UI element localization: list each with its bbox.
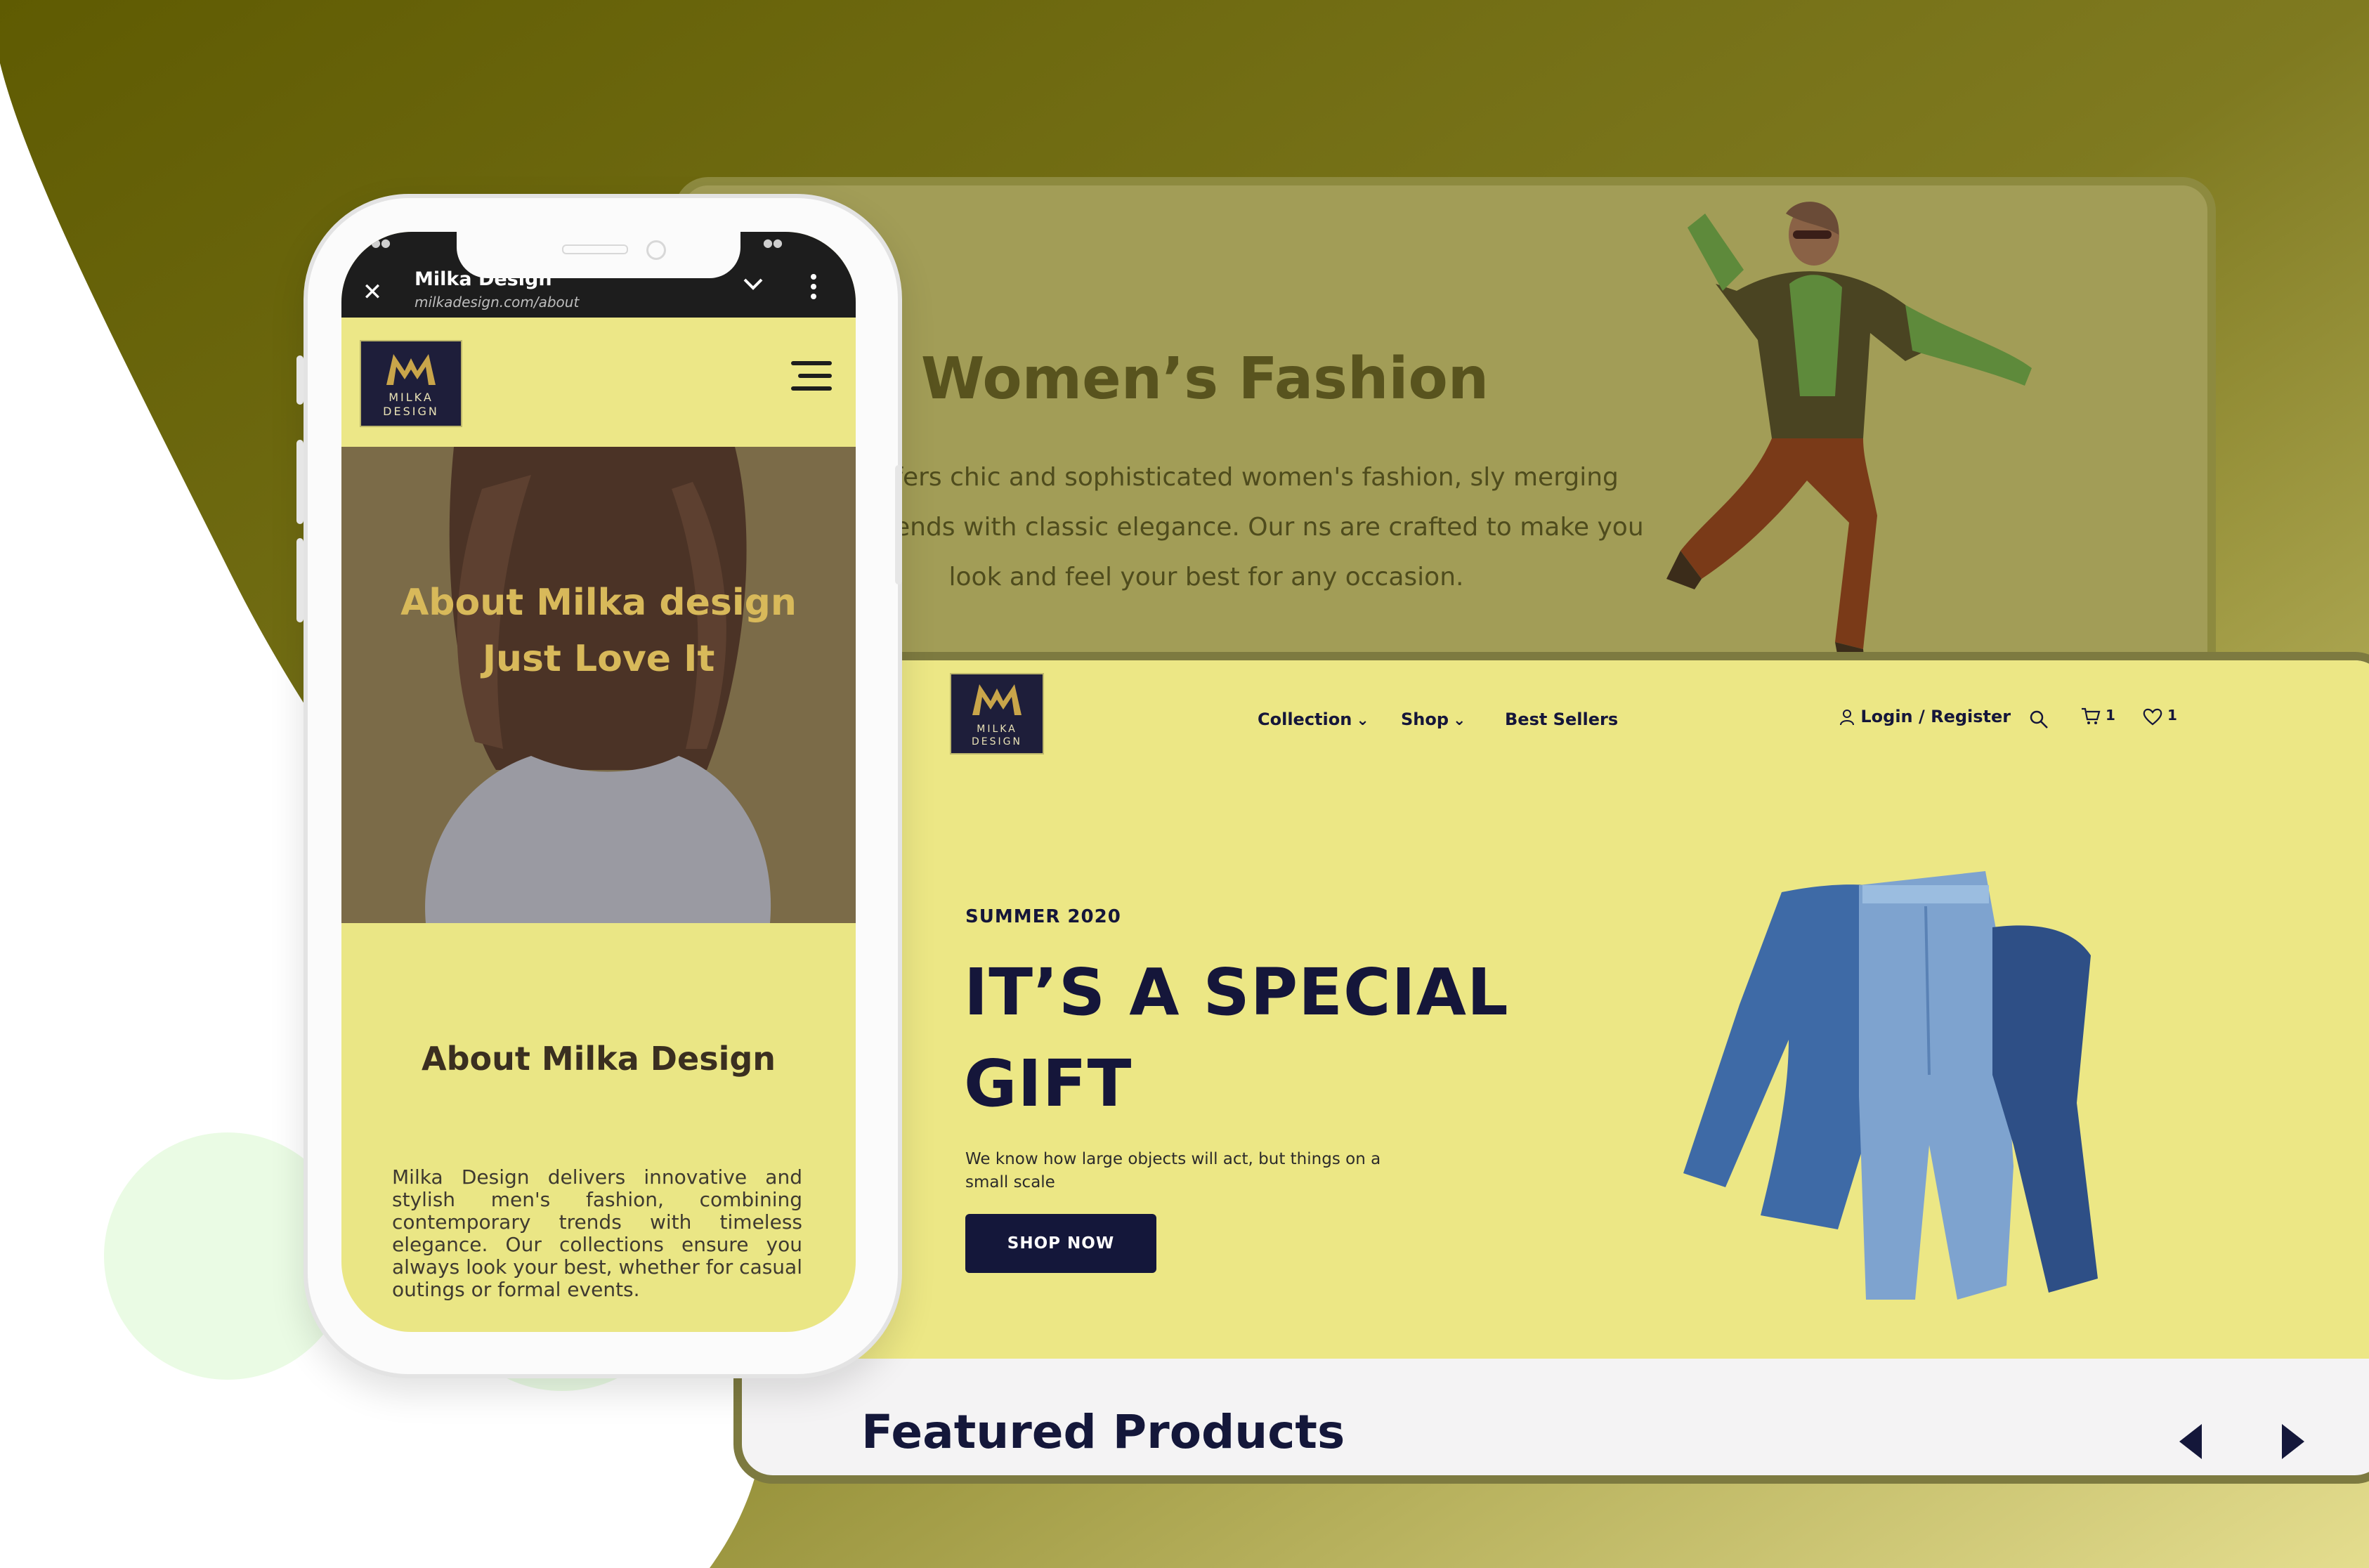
mobile-about-text: Milka Design delivers innovative and sty…: [392, 1165, 802, 1301]
shop-now-button[interactable]: SHOP NOW: [965, 1214, 1156, 1273]
cart-icon: [2082, 707, 2101, 724]
logo-text-line1: MILKA: [389, 391, 433, 404]
hero-section: MILKA DESIGN Collection ⌄ Shop ⌄ Best Sell…: [742, 660, 2369, 1359]
logo-text-line2: DESIGN: [972, 736, 1022, 747]
browser-url[interactable]: milkadesign.com/about: [415, 294, 579, 311]
logo-m-icon: [386, 354, 436, 385]
phone-camera: [646, 240, 666, 260]
logo-text-line2: DESIGN: [383, 405, 439, 418]
chevron-down-icon: ⌄: [1356, 712, 1369, 729]
more-options-icon[interactable]: [808, 273, 819, 301]
womens-fashion-card: Women’s Fashion esign offers chic and so…: [674, 177, 2216, 728]
status-bar-left: ●●: [371, 236, 391, 249]
carousel-next-arrow[interactable]: [2280, 1423, 2306, 1461]
mobile-site-header: MILKA DESIGN: [341, 318, 856, 447]
phone-side-button: [296, 538, 304, 622]
logo-text-line1: MILKA: [977, 724, 1017, 735]
phone-screen: ●● ●● ✕ Milka Design milkadesign.com/abo…: [341, 232, 856, 1332]
chevron-down-icon[interactable]: [740, 271, 766, 296]
user-icon: [1840, 710, 1854, 726]
phone-speaker: [562, 244, 628, 254]
hamburger-menu-icon[interactable]: [791, 361, 832, 395]
cart-button[interactable]: 1: [2081, 707, 2115, 726]
logo-m-icon: [972, 684, 1022, 715]
phone-side-button: [296, 440, 304, 524]
mobile-hero-line1: About Milka design: [400, 582, 797, 624]
mobile-hero-line2: Just Love It: [482, 638, 715, 680]
nav-best-sellers[interactable]: Best Sellers: [1505, 710, 1618, 729]
nav-collection-label: Collection: [1258, 710, 1352, 729]
site-logo[interactable]: MILKA DESIGN: [950, 673, 1044, 754]
mobile-site-logo[interactable]: MILKA DESIGN: [360, 340, 462, 427]
login-register-label: Login / Register: [1860, 707, 2011, 726]
hero-eyebrow: SUMMER 2020: [965, 906, 1121, 927]
phone-side-button: [895, 465, 902, 584]
hero-subtext: We know how large objects will act, but …: [965, 1150, 1381, 1191]
close-icon[interactable]: ✕: [360, 280, 385, 305]
status-bar-right: ●●: [763, 236, 783, 249]
wishlist-button[interactable]: 1: [2143, 707, 2177, 726]
desktop-site-card: MILKA DESIGN Collection ⌄ Shop ⌄ Best Sell…: [733, 652, 2369, 1484]
carousel-prev-arrow[interactable]: [2178, 1423, 2203, 1461]
login-register-link[interactable]: Login / Register: [1839, 707, 2011, 726]
nav-shop-label: Shop: [1401, 710, 1449, 729]
phone-side-button: [296, 355, 304, 405]
heart-icon: [2143, 708, 2162, 725]
fashion-model-image: [1666, 202, 2032, 719]
nav-collection[interactable]: Collection ⌄: [1258, 710, 1369, 729]
chevron-down-icon: ⌄: [1453, 712, 1466, 729]
mobile-hero-section: About Milka design Just Love It: [341, 447, 856, 923]
jeans-product-image: [1683, 871, 2098, 1300]
nav-shop[interactable]: Shop ⌄: [1401, 710, 1466, 729]
mobile-about-title: About Milka Design: [421, 1040, 776, 1078]
search-icon[interactable]: [2029, 710, 2049, 729]
phone-notch: [457, 232, 740, 278]
wishlist-count: 1: [2167, 707, 2177, 724]
cart-count: 1: [2105, 707, 2115, 724]
phone-mockup: ●● ●● ✕ Milka Design milkadesign.com/abo…: [296, 194, 902, 1378]
featured-products-title: Featured Products: [861, 1405, 1345, 1459]
mobile-hero-title: About Milka design Just Love It: [341, 575, 856, 687]
hero-headline: IT’S A SPECIAL GIFT: [964, 955, 1509, 1121]
